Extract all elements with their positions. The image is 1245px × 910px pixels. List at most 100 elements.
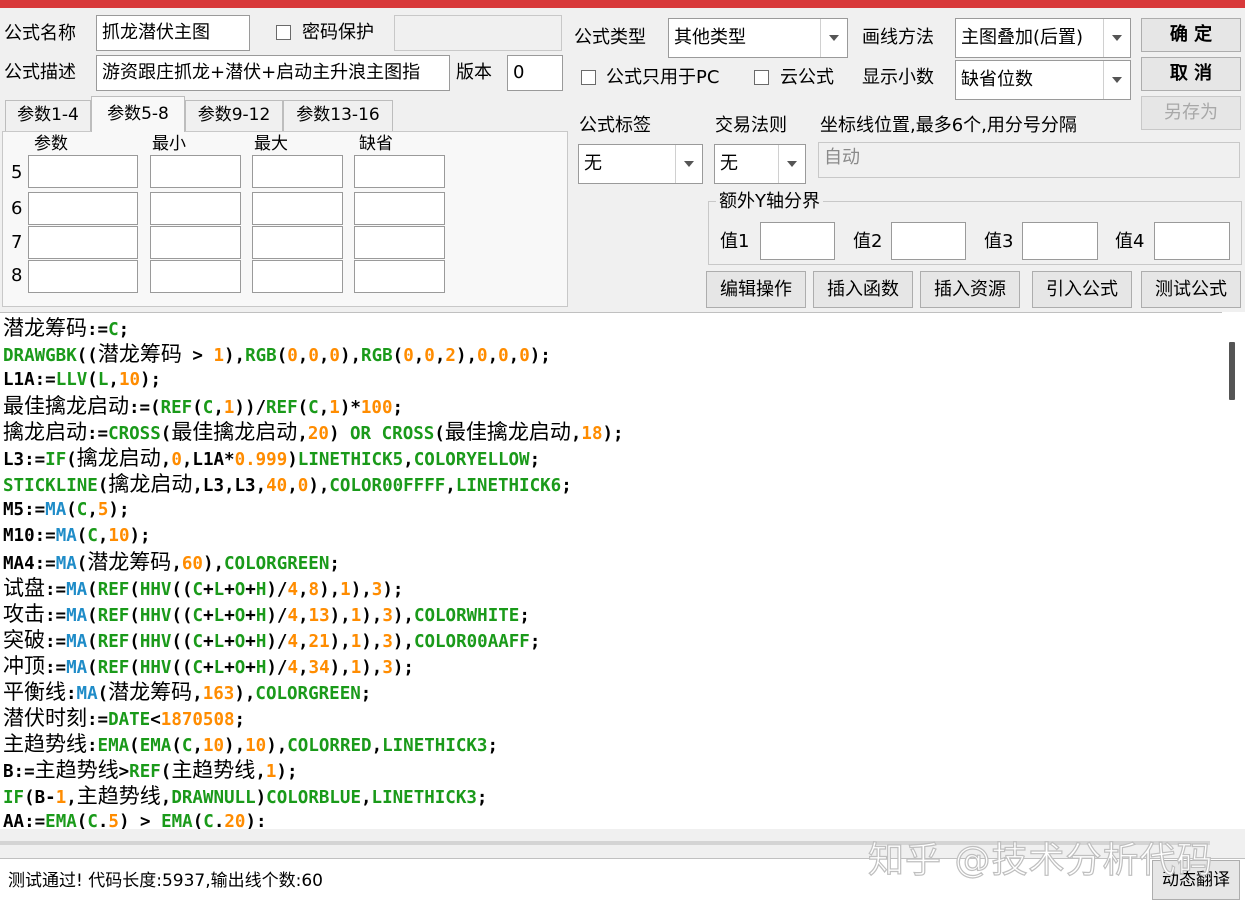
- code-token: 攻击:=: [3, 602, 67, 626]
- cloud-label: 云公式: [780, 67, 834, 88]
- code-token: +: [203, 658, 214, 678]
- import-formula-button[interactable]: 引入公式: [1032, 271, 1132, 308]
- code-token: );: [140, 370, 162, 390]
- y-value-3-input[interactable]: [1022, 222, 1098, 260]
- code-token: L3:=: [3, 450, 46, 470]
- code-line[interactable]: 潜龙筹码:=C;: [3, 315, 624, 341]
- tab-params-1-4[interactable]: 参数1-4: [5, 100, 91, 132]
- decimal-select[interactable]: 缺省位数: [955, 60, 1131, 100]
- formula-type-select[interactable]: 其他类型: [668, 18, 848, 58]
- test-formula-button[interactable]: 测试公式: [1141, 271, 1241, 308]
- code-token: 0: [297, 476, 309, 496]
- code-text[interactable]: 潜龙筹码:=C; DRAWGBK((潜龙筹码 > 1),RGB(0,0,0),RG…: [3, 315, 624, 830]
- formula-name-input[interactable]: 抓龙潜伏主图: [96, 15, 250, 51]
- y-value-4-input[interactable]: [1154, 222, 1230, 260]
- tab-params-13-16[interactable]: 参数13-16: [283, 100, 393, 132]
- draw-method-select[interactable]: 主图叠加(后置): [955, 18, 1131, 58]
- param-row-number: 8: [11, 265, 23, 286]
- code-line[interactable]: M5:=MA(C,5);: [3, 497, 624, 523]
- code-line[interactable]: DRAWGBK((潜龙筹码 > 1),RGB(0,0,0),RGB(0,0,2)…: [3, 341, 624, 367]
- code-token: ((: [171, 632, 193, 652]
- code-line[interactable]: 试盘:=MA(REF(HHV((C+L+O+H)/4,8),1),3);: [3, 575, 624, 601]
- code-line[interactable]: 主趋势线:EMA(EMA(C,10),10),COLORRED,LINETHIC…: [3, 731, 624, 757]
- coord-line-input: 自动: [818, 142, 1240, 178]
- param-name-input[interactable]: [28, 226, 138, 259]
- code-token: (: [192, 398, 203, 418]
- ok-button[interactable]: 确 定: [1141, 18, 1241, 52]
- code-line[interactable]: 潜伏时刻:=DATE<1870508;: [3, 705, 624, 731]
- y-value-1-input[interactable]: [760, 222, 835, 260]
- code-token: ,: [298, 606, 309, 626]
- param-max-input[interactable]: [252, 260, 343, 293]
- param-default-input[interactable]: [354, 155, 445, 188]
- code-token: 18: [581, 424, 603, 444]
- pc-only-checkbox[interactable]: [581, 70, 596, 85]
- insert-resource-button[interactable]: 插入资源: [920, 271, 1020, 308]
- code-token: ),: [234, 684, 256, 704]
- scrollbar-thumb[interactable]: [1229, 342, 1235, 400]
- code-line[interactable]: IF(B-1,主趋势线,DRAWNULL)COLORBLUE,LINETHICK…: [3, 783, 624, 809]
- code-token: (: [87, 632, 98, 652]
- formula-type-label: 公式类型: [574, 27, 646, 48]
- code-editor[interactable]: 潜龙筹码:=C; DRAWGBK((潜龙筹码 > 1),RGB(0,0,0),RG…: [0, 312, 1222, 830]
- code-token: 10: [202, 736, 225, 756]
- param-min-input[interactable]: [150, 260, 241, 293]
- trade-rule-select[interactable]: 无: [714, 144, 806, 184]
- tab-params-5-8[interactable]: 参数5-8: [91, 96, 185, 132]
- code-token: EMA: [97, 736, 130, 756]
- code-line[interactable]: L1A:=LLV(L,10);: [3, 367, 624, 393]
- param-name-input[interactable]: [28, 192, 138, 225]
- code-line[interactable]: 最佳擒龙启动:=(REF(C,1))/REF(C,1)*100;: [3, 393, 624, 419]
- code-line[interactable]: 平衡线:MA(潜龙筹码,163),COLORGREEN;: [3, 679, 624, 705]
- code-token: ,主趋势线,: [66, 784, 172, 808]
- param-max-input[interactable]: [252, 192, 343, 225]
- param-min-input[interactable]: [150, 226, 241, 259]
- formula-desc-input[interactable]: 游资跟庄抓龙+潜伏+启动主升浪主图指: [96, 55, 450, 91]
- code-token: +: [203, 580, 214, 600]
- code-line[interactable]: 冲顶:=MA(REF(HHV((C+L+O+H)/4,34),1),3);: [3, 653, 624, 679]
- param-row-number: 7: [11, 232, 23, 253]
- code-line[interactable]: B:=主趋势线>REF(主趋势线,1);: [3, 757, 624, 783]
- code-token: ),: [392, 606, 414, 626]
- code-token: ),: [361, 632, 383, 652]
- code-token: 冲顶:=: [3, 654, 67, 678]
- param-name-input[interactable]: [28, 155, 138, 188]
- version-input[interactable]: 0: [507, 55, 563, 91]
- code-line[interactable]: AA:=EMA(C.5) > EMA(C.20):: [3, 809, 624, 830]
- y-value-2-input[interactable]: [891, 222, 966, 260]
- param-default-input[interactable]: [354, 260, 445, 293]
- chevron-down-icon: [1103, 61, 1130, 99]
- code-line[interactable]: 擒龙启动:=CROSS(最佳擒龙启动,20) OR CROSS(最佳擒龙启动,1…: [3, 419, 624, 445]
- code-token: ,: [318, 398, 330, 418]
- insert-function-button[interactable]: 插入函数: [813, 271, 913, 308]
- code-token: LINETHICK3: [371, 788, 477, 808]
- cloud-checkbox[interactable]: [754, 70, 769, 85]
- param-max-input[interactable]: [252, 226, 343, 259]
- code-line[interactable]: STICKLINE(擒龙启动,L3,L3,40,0),COLOR00FFFF,L…: [3, 471, 624, 497]
- code-token: 40: [266, 476, 288, 496]
- code-line[interactable]: MA4:=MA(潜龙筹码,60),COLORGREEN;: [3, 549, 624, 575]
- code-token: 10: [108, 526, 130, 546]
- param-min-input[interactable]: [150, 192, 241, 225]
- coord-line-label: 坐标线位置,最多6个,用分号分隔: [820, 115, 1077, 136]
- param-name-input[interactable]: [28, 260, 138, 293]
- param-max-input[interactable]: [252, 155, 343, 188]
- edit-ops-button[interactable]: 编辑操作: [706, 271, 806, 308]
- code-token: O: [234, 658, 246, 678]
- formula-desc-label: 公式描述: [4, 62, 76, 83]
- formula-tag-select[interactable]: 无: [578, 144, 703, 184]
- code-line[interactable]: M10:=MA(C,10);: [3, 523, 624, 549]
- param-min-input[interactable]: [150, 155, 241, 188]
- password-checkbox[interactable]: [276, 25, 291, 40]
- code-token: 0: [171, 450, 182, 470]
- param-default-input[interactable]: [354, 192, 445, 225]
- code-token: 3: [382, 658, 393, 678]
- cancel-button[interactable]: 取 消: [1141, 57, 1241, 91]
- code-line[interactable]: 突破:=MA(REF(HHV((C+L+O+H)/4,21),1),3),COL…: [3, 627, 624, 653]
- code-token: 1: [213, 346, 224, 366]
- tab-params-9-12[interactable]: 参数9-12: [185, 100, 283, 132]
- code-line[interactable]: 攻击:=MA(REF(HHV((C+L+O+H)/4,13),1),3),COL…: [3, 601, 624, 627]
- param-default-input[interactable]: [354, 226, 445, 259]
- code-token: EMA: [139, 736, 172, 756]
- code-line[interactable]: L3:=IF(擒龙启动,0,L1A*0.999)LINETHICK5,COLOR…: [3, 445, 624, 471]
